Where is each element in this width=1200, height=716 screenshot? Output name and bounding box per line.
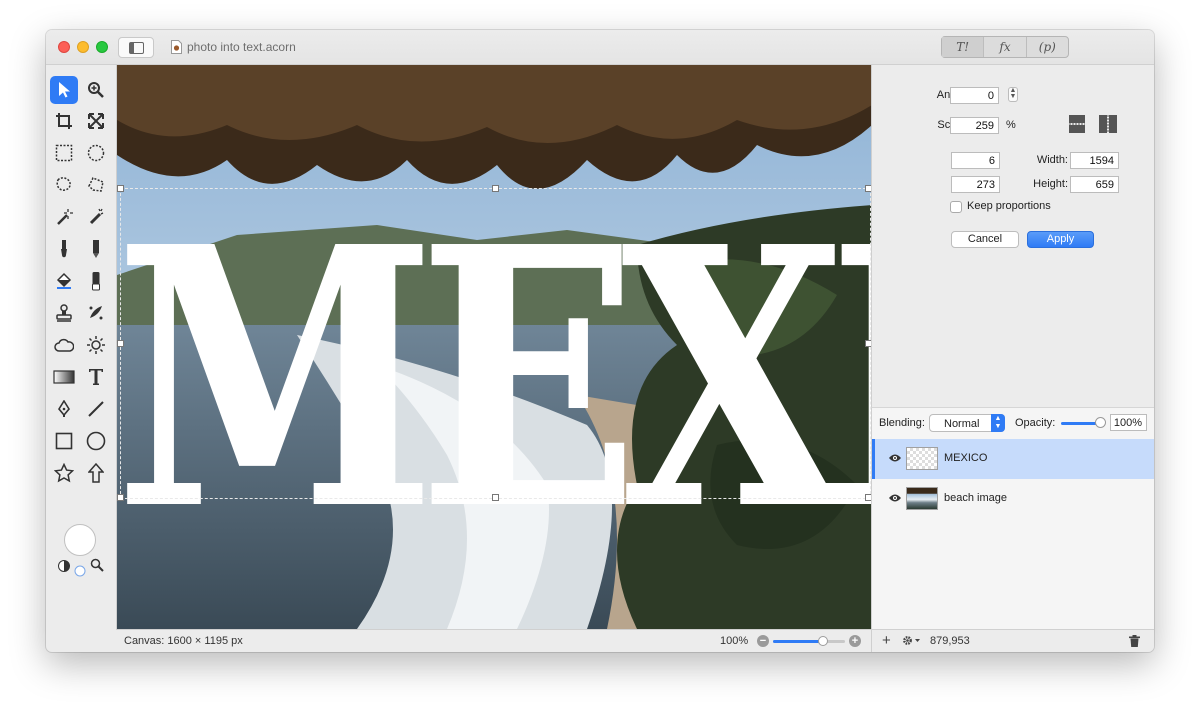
select-arrows-icon: ▲ ▼	[991, 414, 1005, 432]
eye-icon[interactable]	[888, 493, 902, 503]
minimize-window-button[interactable]	[77, 41, 89, 53]
fill-tool-icon[interactable]	[50, 267, 78, 295]
layer-row-mexico[interactable]: MEXICO	[872, 439, 1154, 479]
zoom-slider-knob[interactable]	[817, 636, 828, 646]
pencil-tool-icon[interactable]	[82, 235, 110, 263]
inspector-segmented-control[interactable]: T! fx (p)	[941, 36, 1069, 58]
gear-icon[interactable]	[901, 634, 921, 647]
clone-stamp-tool-icon[interactable]	[50, 299, 78, 327]
filters-icon[interactable]: fx	[983, 37, 1025, 57]
opacity-field[interactable]: 100%	[1110, 414, 1147, 431]
blending-label: Blending:	[879, 417, 925, 429]
scale-unit: %	[1006, 119, 1016, 131]
pen-tool-icon[interactable]	[50, 395, 78, 423]
app-window: photo into text.acorn T! fx (p) MEX Canv…	[46, 30, 1154, 652]
magic-brush-tool-icon[interactable]	[82, 203, 110, 231]
eraser-tool-icon[interactable]	[82, 267, 110, 295]
handle-bottom-center[interactable]	[492, 494, 499, 501]
shapes-processor-icon[interactable]: (p)	[1025, 37, 1068, 57]
transform-selection-box[interactable]	[117, 185, 871, 501]
selected-layer-marker	[872, 439, 875, 479]
blending-value: Normal	[944, 418, 980, 430]
layer-name: beach image	[944, 492, 1007, 504]
retouch-tool-icon[interactable]	[82, 299, 110, 327]
cancel-button[interactable]: Cancel	[951, 231, 1019, 248]
apply-button[interactable]: Apply	[1027, 231, 1094, 248]
angle-stepper[interactable]: ▲ ▼	[1008, 87, 1018, 102]
zoom-tool-icon[interactable]	[82, 76, 110, 104]
secondary-color-icon[interactable]	[74, 565, 86, 577]
color-well[interactable]	[64, 524, 96, 556]
flip-horizontal-icon[interactable]	[1098, 114, 1118, 134]
zoom-slider-fill	[773, 640, 823, 643]
height-field[interactable]: 659	[1070, 176, 1119, 193]
zoom-window-button[interactable]	[96, 41, 108, 53]
layers-footer: + 879,953	[871, 629, 1154, 652]
handle-top-left[interactable]	[117, 185, 124, 192]
star-tool-icon[interactable]	[50, 459, 78, 487]
eye-icon[interactable]	[888, 453, 902, 463]
keep-proportions-checkbox[interactable]	[950, 201, 962, 213]
transform-inspector: Angle: 0 ▲▼ Scale: 259 % X: 6 Width: 159…	[871, 65, 1154, 407]
layer-thumbnail	[906, 487, 938, 510]
ellipse-select-tool-icon[interactable]	[82, 139, 110, 167]
add-layer-icon[interactable]: +	[882, 633, 891, 649]
zoom-slider[interactable]	[773, 636, 845, 646]
angle-field[interactable]: 0	[950, 87, 999, 104]
trash-icon[interactable]	[1129, 635, 1140, 647]
handle-bottom-left[interactable]	[117, 494, 124, 501]
handle-middle-left[interactable]	[117, 340, 124, 347]
status-bar: Canvas: 1600 × 1195 px 100% − +	[116, 629, 871, 652]
flip-vertical-icon[interactable]	[1068, 114, 1086, 134]
layer-name: MEXICO	[944, 452, 988, 464]
handle-top-center[interactable]	[492, 185, 499, 192]
blending-select[interactable]: Normal ▲ ▼	[929, 414, 1005, 432]
brush-tool-icon[interactable]	[50, 235, 78, 263]
cloud-tool-icon[interactable]	[50, 331, 78, 359]
opacity-slider-knob[interactable]	[1095, 417, 1106, 428]
polygon-lasso-tool-icon[interactable]	[82, 171, 110, 199]
lasso-tool-icon[interactable]	[50, 171, 78, 199]
zoom-in-icon[interactable]: +	[849, 635, 861, 647]
canvas[interactable]: MEXICO	[116, 65, 871, 629]
keep-proportions-label: Keep proportions	[967, 200, 1051, 212]
y-field[interactable]: 273	[951, 176, 1000, 193]
text-properties-icon[interactable]: T!	[942, 37, 984, 57]
canvas-size-label: Canvas: 1600 × 1195 px	[124, 635, 243, 647]
text-tool-icon[interactable]	[82, 363, 110, 391]
line-tool-icon[interactable]	[82, 395, 110, 423]
scale-field[interactable]: 259	[950, 117, 999, 134]
title-bar: photo into text.acorn T! fx (p)	[46, 30, 1154, 65]
arrow-tool-icon[interactable]	[82, 459, 110, 487]
crop-tool-icon[interactable]	[50, 107, 78, 135]
cursor-coordinates: 879,953	[930, 635, 970, 647]
opacity-label: Opacity:	[1015, 417, 1056, 429]
document-icon	[171, 40, 182, 54]
swap-colors-icon[interactable]	[57, 559, 71, 573]
move-tool-icon[interactable]	[50, 76, 78, 104]
transform-tool-icon[interactable]	[82, 107, 110, 135]
document-title: photo into text.acorn	[187, 40, 296, 54]
rectangle-tool-icon[interactable]	[50, 427, 78, 455]
color-picker-zoom-icon[interactable]	[90, 558, 104, 572]
sidebar-toggle-button[interactable]	[118, 37, 154, 58]
zoom-percentage: 100%	[720, 635, 749, 647]
sidebar-icon	[129, 42, 144, 54]
rect-select-tool-icon[interactable]	[50, 139, 78, 167]
toolbox	[46, 65, 116, 629]
width-label: Width:	[1036, 154, 1068, 166]
x-field[interactable]: 6	[951, 152, 1000, 169]
layers-panel: Blending: Normal ▲ ▼ Opacity: 100% MEXICO…	[871, 407, 1154, 629]
sun-tool-icon[interactable]	[82, 331, 110, 359]
gradient-tool-icon[interactable]	[50, 363, 78, 391]
close-window-button[interactable]	[58, 41, 70, 53]
magic-wand-tool-icon[interactable]	[50, 203, 78, 231]
layer-thumbnail	[906, 447, 938, 470]
layer-row-beach-image[interactable]: beach image	[872, 479, 1154, 519]
height-label: Height:	[1033, 178, 1068, 190]
width-field[interactable]: 1594	[1070, 152, 1119, 169]
zoom-out-icon[interactable]: −	[757, 635, 769, 647]
ellipse-tool-icon[interactable]	[82, 427, 110, 455]
